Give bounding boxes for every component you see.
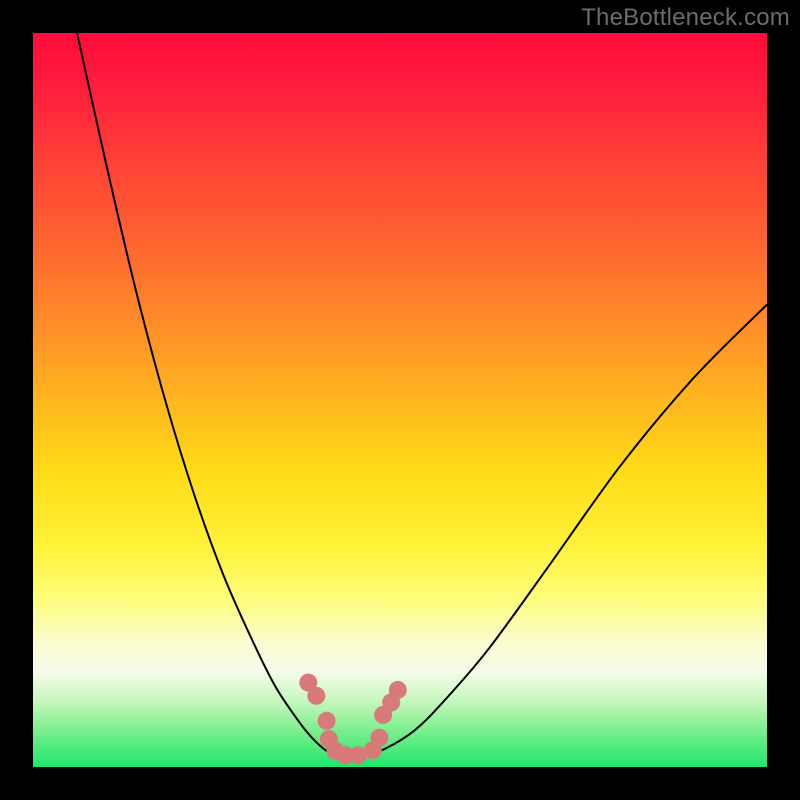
curve-layer (33, 33, 767, 767)
marker-dots (299, 674, 407, 765)
marker-dot (318, 712, 336, 730)
curve-left-arm (77, 33, 341, 756)
marker-dot (307, 687, 325, 705)
marker-dot (389, 681, 407, 699)
bottleneck-curve (77, 33, 767, 756)
chart-frame: TheBottleneck.com (0, 0, 800, 800)
curve-right-arm (363, 305, 767, 756)
plot-area (33, 33, 767, 767)
marker-dot (370, 729, 388, 747)
watermark-text: TheBottleneck.com (581, 4, 790, 32)
